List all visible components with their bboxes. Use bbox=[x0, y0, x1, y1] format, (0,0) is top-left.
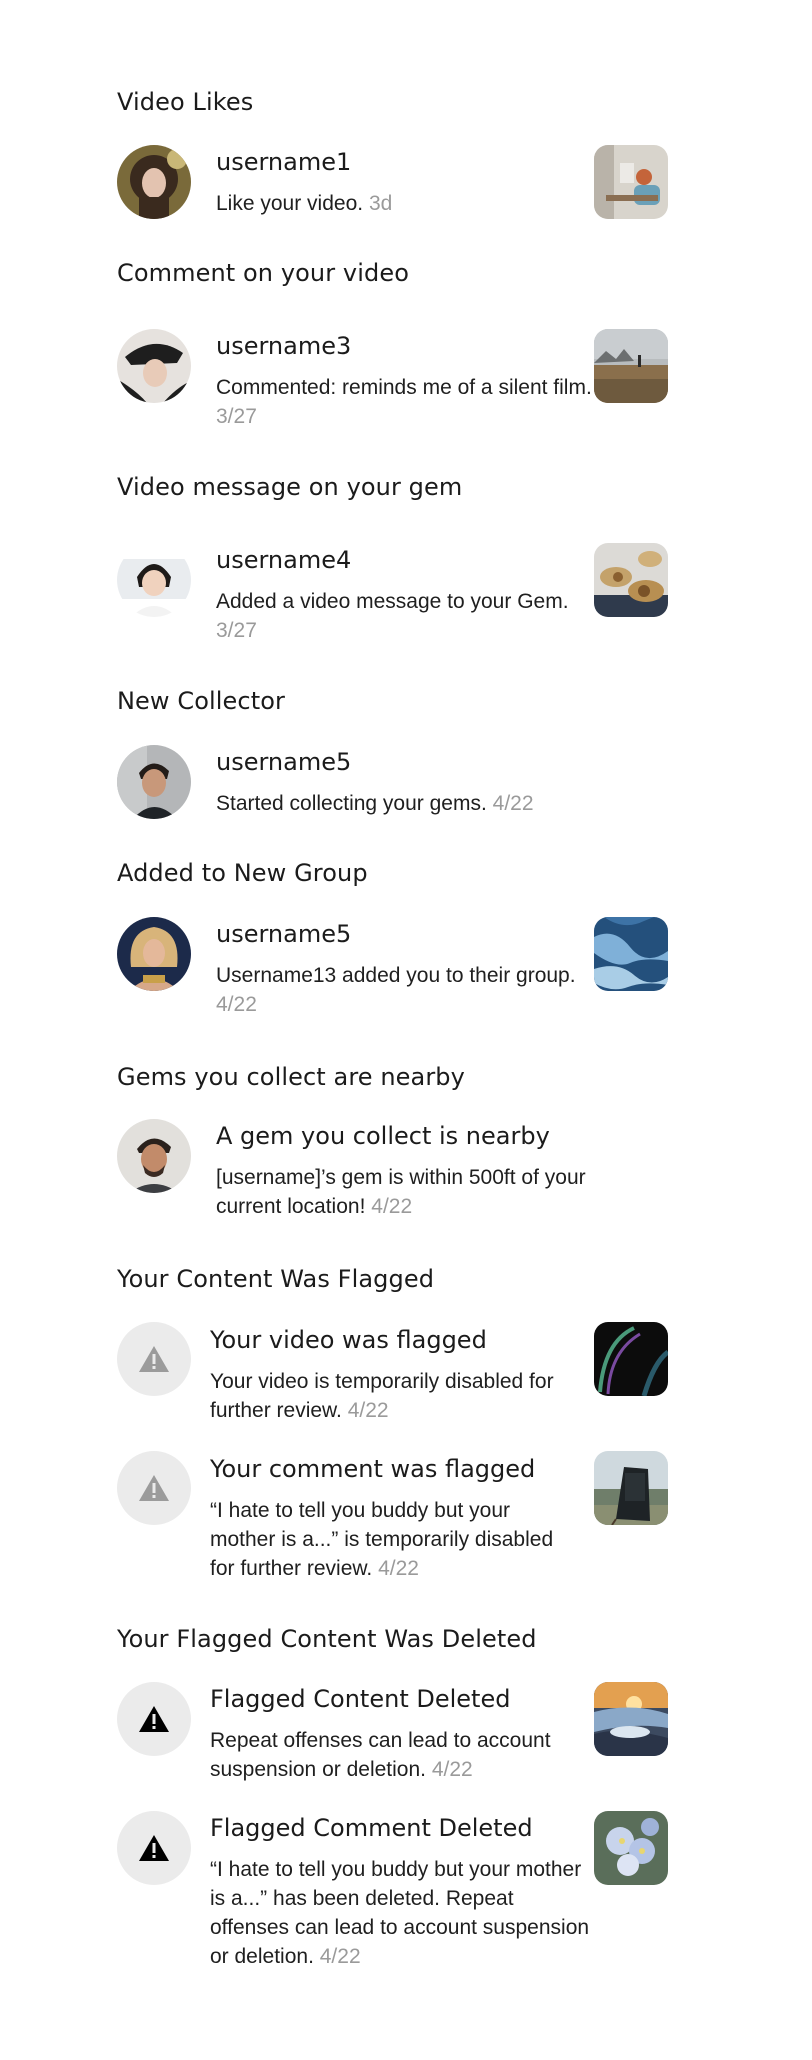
notification-text: Username13 added you to their group. 4/2… bbox=[216, 964, 576, 1016]
warning-badge bbox=[117, 1682, 191, 1756]
thumbnail[interactable] bbox=[594, 917, 668, 991]
thumbnail[interactable] bbox=[594, 329, 668, 403]
warning-triangle-icon bbox=[139, 1475, 169, 1501]
section-title-new-collector: New Collector bbox=[117, 687, 285, 715]
notification-title: username3 bbox=[216, 332, 352, 360]
notification-title: Your comment was flagged bbox=[210, 1455, 536, 1483]
notification-text: “I hate to tell you buddy but your mothe… bbox=[210, 1858, 590, 1968]
notification-title: username5 bbox=[216, 920, 352, 948]
avatar[interactable] bbox=[117, 543, 191, 617]
timestamp: 3/27 bbox=[216, 619, 257, 642]
notification-text: Your video is temporarily disabled for f… bbox=[210, 1370, 554, 1422]
warning-triangle-icon bbox=[139, 1346, 169, 1372]
section-title-video-message: Video message on your gem bbox=[117, 473, 463, 501]
thumbnail[interactable] bbox=[594, 543, 668, 617]
notification-title: Flagged Content Deleted bbox=[210, 1685, 511, 1713]
notification-text: Added a video message to your Gem. 3/27 bbox=[216, 590, 569, 642]
notification-title: username1 bbox=[216, 148, 352, 176]
timestamp: 4/22 bbox=[347, 1399, 389, 1422]
thumbnail[interactable] bbox=[594, 145, 668, 219]
warning-badge bbox=[117, 1451, 191, 1525]
notification-text: Repeat offenses can lead to account susp… bbox=[210, 1729, 551, 1781]
warning-badge bbox=[117, 1811, 191, 1885]
timestamp: 3/27 bbox=[216, 405, 257, 428]
avatar[interactable] bbox=[117, 329, 191, 403]
section-title-added-to-group: Added to New Group bbox=[117, 859, 368, 887]
warning-triangle-icon bbox=[139, 1835, 169, 1861]
section-title-flagged-deleted: Your Flagged Content Was Deleted bbox=[117, 1625, 537, 1653]
warning-triangle-icon bbox=[139, 1706, 169, 1732]
notification-text: Like your video. 3d bbox=[216, 192, 393, 215]
notification-text: Commented: reminds me of a silent film. … bbox=[216, 376, 592, 428]
timestamp: 4/22 bbox=[371, 1195, 413, 1218]
notification-title: Your video was flagged bbox=[210, 1326, 487, 1354]
avatar[interactable] bbox=[117, 917, 191, 991]
timestamp: 4/22 bbox=[378, 1557, 419, 1580]
thumbnail[interactable] bbox=[594, 1811, 668, 1885]
notification-title: username5 bbox=[216, 748, 352, 776]
section-title-video-likes: Video Likes bbox=[117, 88, 254, 116]
avatar[interactable] bbox=[117, 745, 191, 819]
warning-badge bbox=[117, 1322, 191, 1396]
avatar[interactable] bbox=[117, 1119, 191, 1193]
thumbnail[interactable] bbox=[594, 1682, 668, 1756]
notification-text: Started collecting your gems. 4/22 bbox=[216, 792, 534, 815]
timestamp: 3d bbox=[368, 192, 393, 215]
timestamp: 4/22 bbox=[492, 792, 534, 815]
notification-title: username4 bbox=[216, 546, 352, 574]
timestamp: 4/22 bbox=[431, 1758, 473, 1781]
thumbnail[interactable] bbox=[594, 1322, 668, 1396]
thumbnail[interactable] bbox=[594, 1451, 668, 1525]
timestamp: 4/22 bbox=[216, 993, 257, 1016]
notification-title: A gem you collect is nearby bbox=[216, 1122, 550, 1150]
section-title-comment-on-video: Comment on your video bbox=[117, 259, 409, 287]
timestamp: 4/22 bbox=[319, 1945, 361, 1968]
notification-text: [username]’s gem is within 500ft of your… bbox=[216, 1166, 586, 1218]
notification-title: Flagged Comment Deleted bbox=[210, 1814, 533, 1842]
avatar[interactable] bbox=[117, 145, 191, 219]
section-title-content-flagged: Your Content Was Flagged bbox=[117, 1265, 435, 1293]
section-title-gems-nearby: Gems you collect are nearby bbox=[117, 1063, 465, 1091]
notification-text: “I hate to tell you buddy but your mothe… bbox=[210, 1499, 554, 1580]
